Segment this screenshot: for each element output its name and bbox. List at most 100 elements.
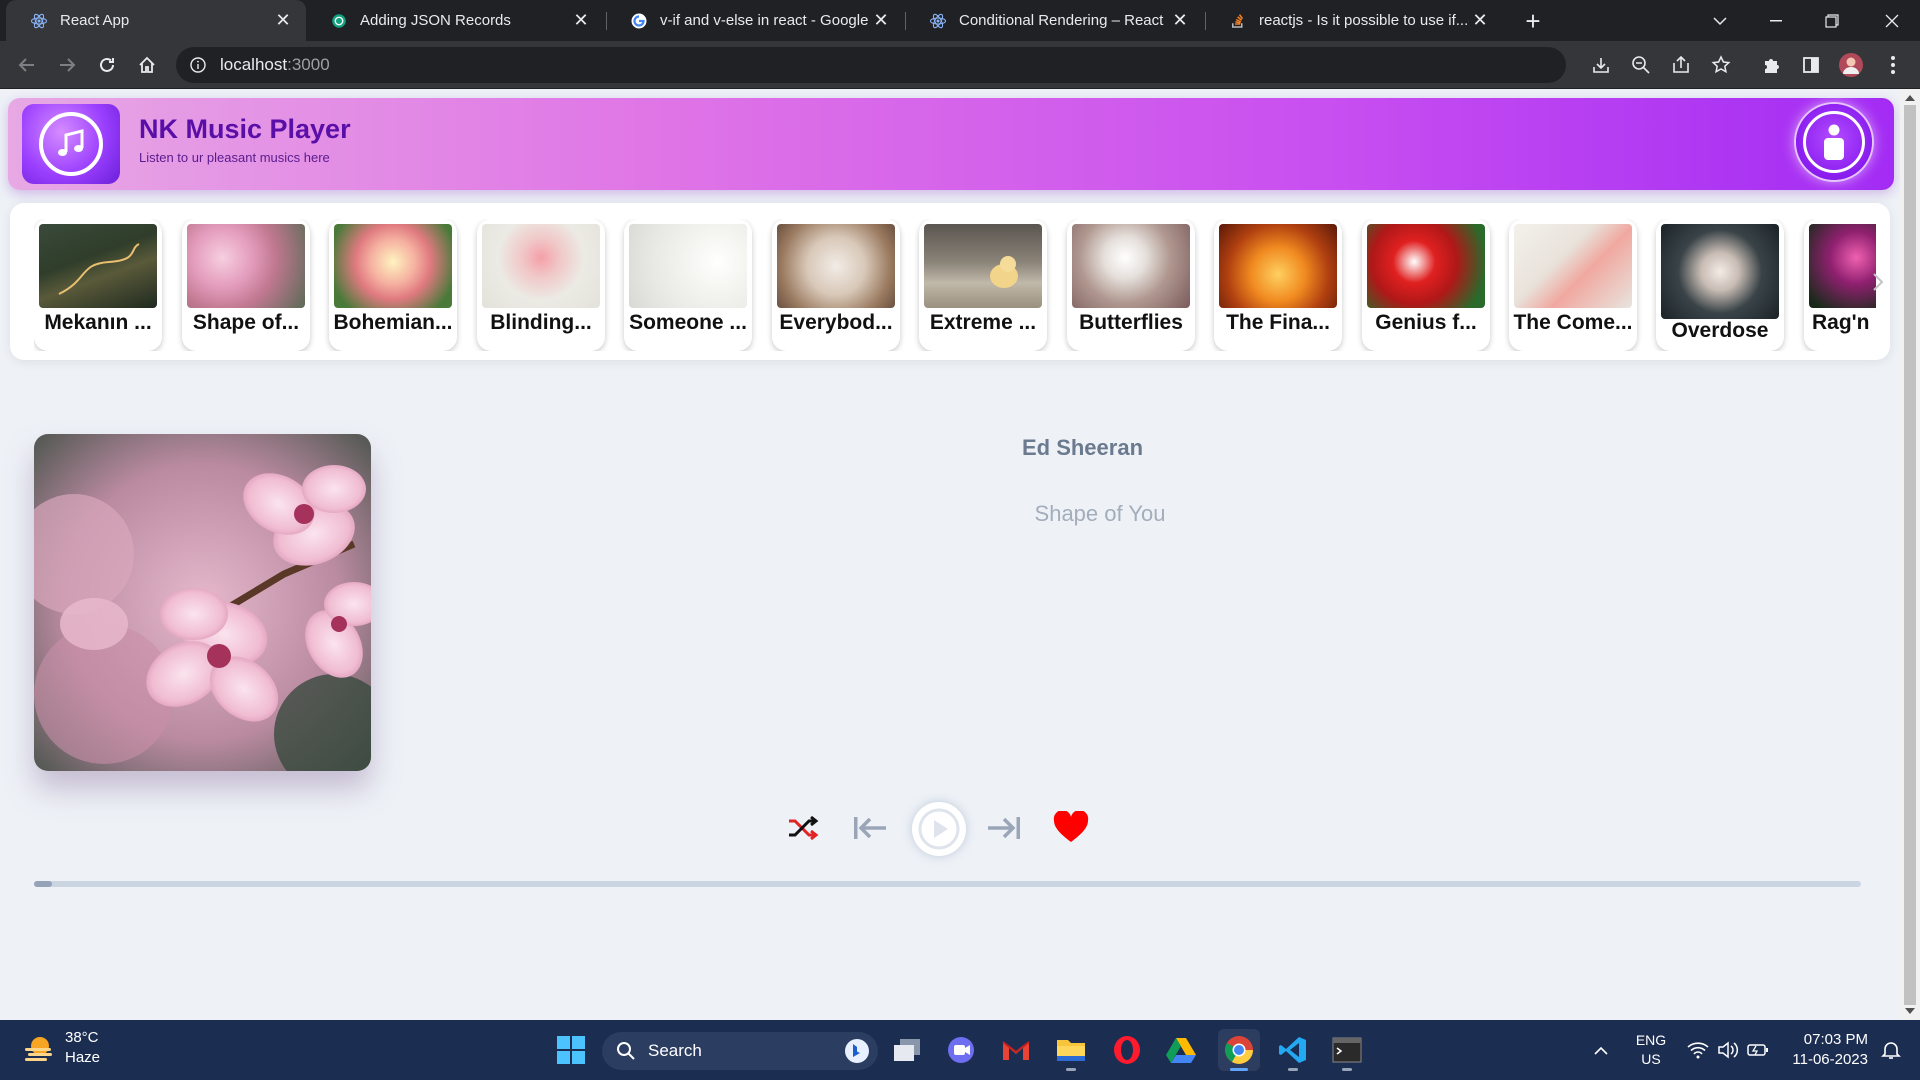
close-icon[interactable]: ✕ bbox=[570, 10, 592, 32]
song-thumbnail bbox=[1514, 224, 1632, 308]
song-card[interactable]: Overdose bbox=[1656, 219, 1784, 351]
scroll-up-icon[interactable] bbox=[1905, 95, 1915, 101]
song-card-label: Genius f... bbox=[1375, 311, 1477, 334]
app-title: NK Music Player bbox=[139, 114, 351, 144]
song-thumbnail bbox=[629, 224, 747, 308]
page-viewport: NK Music Player Listen to ur pleasant mu… bbox=[0, 89, 1900, 1020]
chrome-app[interactable] bbox=[1218, 1029, 1260, 1071]
close-icon[interactable]: ✕ bbox=[1169, 10, 1191, 32]
song-card[interactable]: Mekanın ... bbox=[34, 219, 162, 351]
song-thumbnail bbox=[1367, 224, 1485, 308]
side-panel-button[interactable] bbox=[1796, 50, 1826, 80]
info-icon[interactable] bbox=[190, 57, 206, 73]
profile-avatar[interactable] bbox=[1836, 50, 1866, 80]
system-clock[interactable]: 07:03 PM 11-06-2023 bbox=[1778, 1030, 1868, 1070]
shuffle-icon bbox=[789, 815, 819, 841]
carousel-next-button[interactable] bbox=[1866, 267, 1890, 297]
play-button[interactable] bbox=[912, 802, 966, 856]
task-view-button[interactable] bbox=[886, 1029, 928, 1071]
taskbar-search[interactable]: Search bbox=[602, 1032, 878, 1070]
running-indicator bbox=[1230, 1068, 1248, 1071]
tab-title: React App bbox=[60, 12, 130, 29]
more-vert-icon bbox=[1891, 56, 1895, 74]
home-button[interactable] bbox=[132, 50, 162, 80]
react-icon bbox=[30, 12, 48, 30]
gmail-app[interactable] bbox=[995, 1029, 1037, 1071]
tab-stackoverflow[interactable]: reactjs - Is it possible to use if...el … bbox=[1205, 0, 1503, 41]
tab-react-app[interactable]: React App ✕ bbox=[6, 0, 306, 41]
file-explorer-app[interactable] bbox=[1050, 1029, 1092, 1071]
tab-conditional-rendering[interactable]: Conditional Rendering – React ✕ bbox=[905, 0, 1203, 41]
forward-button[interactable] bbox=[52, 50, 82, 80]
start-button[interactable] bbox=[550, 1029, 592, 1071]
song-thumbnail bbox=[39, 224, 157, 308]
share-button[interactable] bbox=[1666, 50, 1696, 80]
song-card[interactable]: Butterflies bbox=[1067, 219, 1195, 351]
close-window-button[interactable] bbox=[1864, 0, 1920, 41]
song-title: Shape of You bbox=[1034, 501, 1166, 526]
tab-search-button[interactable] bbox=[1692, 0, 1748, 41]
song-card[interactable]: The Fina... bbox=[1214, 219, 1342, 351]
language-indicator[interactable]: ENG US bbox=[1628, 1020, 1674, 1080]
song-thumbnail bbox=[1661, 224, 1779, 319]
zoom-button[interactable] bbox=[1626, 50, 1656, 80]
address-bar[interactable]: localhost:3000 bbox=[176, 47, 1566, 83]
task-view-icon bbox=[894, 1039, 920, 1061]
vscode-app[interactable] bbox=[1272, 1029, 1314, 1071]
opera-app[interactable] bbox=[1106, 1029, 1148, 1071]
minimize-button[interactable] bbox=[1748, 0, 1804, 41]
song-card[interactable]: The Come... bbox=[1509, 219, 1637, 351]
weather-widget[interactable]: 38°C Haze bbox=[22, 1028, 100, 1068]
scrollbar-thumb[interactable] bbox=[1904, 105, 1916, 1005]
back-button[interactable] bbox=[12, 50, 42, 80]
page-scrollbar[interactable] bbox=[1900, 89, 1920, 1020]
play-icon bbox=[918, 808, 960, 850]
install-icon bbox=[1593, 58, 1609, 73]
song-thumbnail bbox=[1219, 224, 1337, 308]
windows-icon bbox=[557, 1036, 585, 1064]
install-app-button[interactable] bbox=[1586, 50, 1616, 80]
bell-icon bbox=[1881, 1042, 1901, 1059]
music-note-icon bbox=[39, 112, 103, 176]
song-card[interactable]: Bohemian... bbox=[329, 219, 457, 351]
reload-button[interactable] bbox=[92, 50, 122, 80]
song-card[interactable]: Blinding... bbox=[477, 219, 605, 351]
volume-icon bbox=[1718, 1041, 1739, 1059]
song-thumbnail bbox=[1072, 224, 1190, 308]
tab-adding-json[interactable]: Adding JSON Records ✕ bbox=[306, 0, 604, 41]
restore-button[interactable] bbox=[1804, 0, 1860, 41]
stackoverflow-icon bbox=[1229, 12, 1247, 30]
song-card[interactable]: Genius f... bbox=[1362, 219, 1490, 351]
minimize-icon bbox=[1770, 19, 1782, 21]
close-icon[interactable]: ✕ bbox=[1469, 10, 1491, 32]
new-tab-button[interactable]: + bbox=[1518, 6, 1548, 36]
scroll-down-icon[interactable] bbox=[1905, 1008, 1915, 1014]
song-card[interactable]: Everybod... bbox=[772, 219, 900, 351]
like-button[interactable] bbox=[1052, 809, 1090, 845]
song-card-label: Mekanın ... bbox=[44, 311, 152, 334]
tab-google-search[interactable]: v-if and v-else in react - Google S ✕ bbox=[606, 0, 904, 41]
google-drive-app[interactable] bbox=[1160, 1029, 1202, 1071]
notifications-button[interactable] bbox=[1874, 1020, 1908, 1080]
user-icon bbox=[1803, 111, 1865, 173]
next-button[interactable] bbox=[986, 811, 1022, 845]
quick-settings-button[interactable] bbox=[1684, 1020, 1772, 1080]
shuffle-button[interactable] bbox=[786, 811, 820, 845]
song-card-label: Someone ... bbox=[629, 311, 747, 334]
song-card[interactable]: Extreme ... bbox=[919, 219, 1047, 351]
song-card[interactable]: Someone ... bbox=[624, 219, 752, 351]
song-card[interactable]: Shape of... bbox=[182, 219, 310, 351]
show-hidden-icons-button[interactable] bbox=[1588, 1020, 1614, 1080]
arrow-right-icon bbox=[60, 58, 76, 72]
bookmark-button[interactable] bbox=[1706, 50, 1736, 80]
teams-chat-button[interactable] bbox=[940, 1029, 982, 1071]
terminal-app[interactable] bbox=[1326, 1029, 1368, 1071]
search-label: Search bbox=[648, 1041, 702, 1060]
user-profile-button[interactable] bbox=[1796, 104, 1872, 180]
extensions-button[interactable] bbox=[1756, 50, 1786, 80]
chrome-menu-button[interactable] bbox=[1878, 50, 1908, 80]
close-icon[interactable]: ✕ bbox=[870, 10, 892, 32]
progress-bar[interactable] bbox=[34, 881, 1861, 887]
close-icon[interactable]: ✕ bbox=[272, 10, 294, 32]
previous-button[interactable] bbox=[852, 811, 888, 845]
